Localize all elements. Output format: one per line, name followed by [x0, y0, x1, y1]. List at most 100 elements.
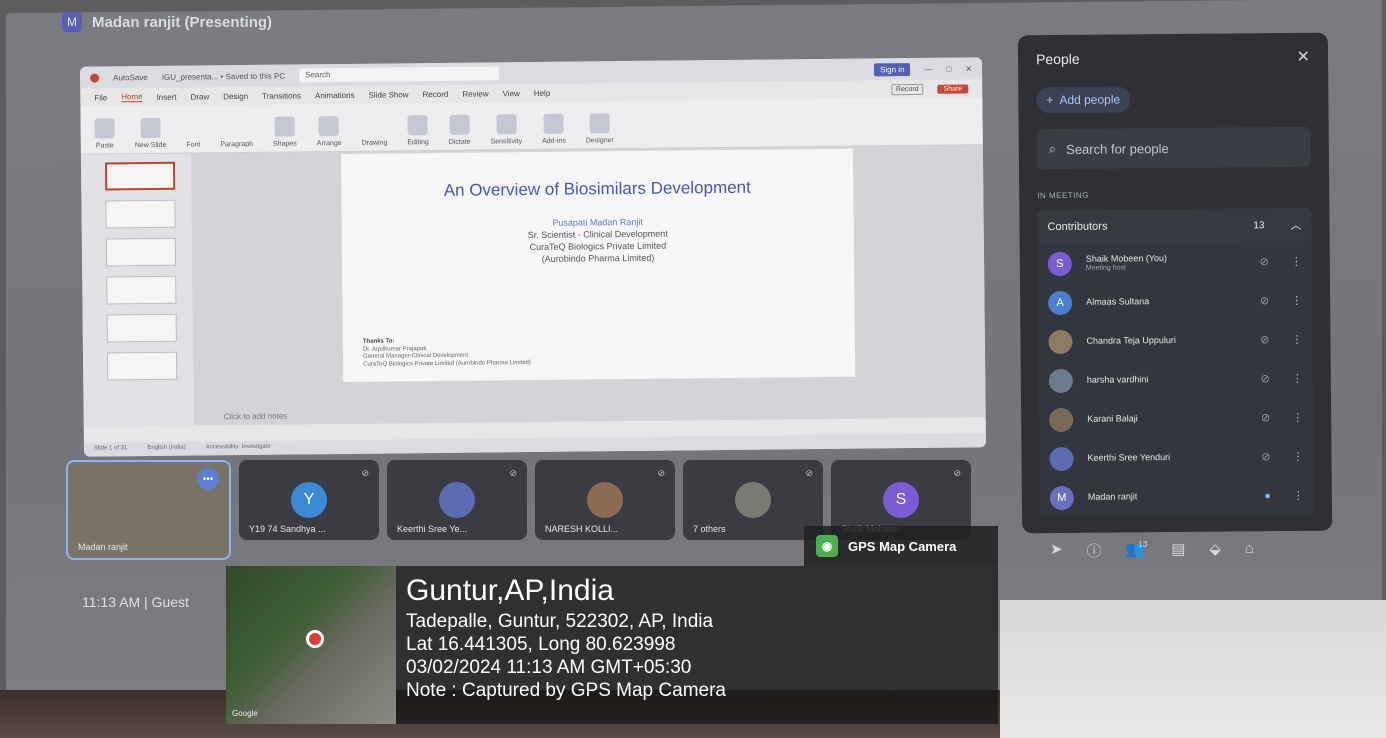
- new-slide-icon: [140, 117, 161, 139]
- avatar: S: [1047, 251, 1072, 276]
- ribbon-new-slide[interactable]: New Slide: [135, 117, 166, 149]
- sensitivity-icon: [496, 114, 517, 135]
- share-button[interactable]: Share: [937, 83, 969, 94]
- kebab-menu-icon[interactable]: ⋮: [1291, 255, 1302, 268]
- kebab-menu-icon[interactable]: ⋮: [1291, 333, 1302, 346]
- kebab-menu-icon[interactable]: ⋮: [1292, 411, 1303, 424]
- add-people-button[interactable]: + Add people: [1036, 86, 1131, 114]
- participant-row[interactable]: Keerthi Sree Yenduri ⊘ ⋮: [1039, 436, 1314, 479]
- slide-thumbnail-3[interactable]: [105, 237, 177, 267]
- people-list: S Shaik Mobeen (You) Meeting host ⊘ ⋮ A Almaas…: [1037, 241, 1315, 518]
- participant-tile[interactable]: ⊘ NARESH KOLLI...: [535, 460, 675, 540]
- close-icon[interactable]: ✕: [1297, 47, 1311, 67]
- mic-off-icon[interactable]: ⊘: [1261, 450, 1270, 463]
- notes-placeholder[interactable]: Click to add notes: [224, 412, 288, 422]
- participant-tile[interactable]: ⊘ 7 others: [683, 460, 823, 540]
- ribbon-paste[interactable]: Paste: [94, 118, 115, 150]
- kebab-menu-icon[interactable]: ⋮: [1293, 489, 1304, 502]
- people-header: People ✕: [1036, 47, 1310, 69]
- participant-row[interactable]: harsha vardhini ⊘ ⋮: [1038, 358, 1314, 401]
- participant-row[interactable]: Chandra Teja Uppuluri ⊘ ⋮: [1038, 319, 1313, 362]
- ribbon-designer[interactable]: Designer: [586, 113, 614, 144]
- slide-thumbnail-1[interactable]: [104, 161, 176, 191]
- menu-help[interactable]: Help: [534, 88, 551, 97]
- participant-row[interactable]: A Almaas Sultana ⊘ ⋮: [1037, 280, 1313, 323]
- sign-in-button[interactable]: Sign in: [873, 62, 911, 76]
- gps-camera-icon: ◉: [816, 535, 838, 557]
- menu-draw[interactable]: Draw: [191, 92, 210, 101]
- ribbon-drawing[interactable]: Drawing: [362, 140, 388, 147]
- kebab-menu-icon[interactable]: ⋮: [1291, 294, 1302, 307]
- kebab-menu-icon[interactable]: ⋮: [1292, 450, 1303, 463]
- more-options-icon[interactable]: •••: [197, 468, 219, 490]
- ribbon-editing[interactable]: Editing: [407, 115, 429, 146]
- cursor-icon: ➤: [1050, 541, 1063, 558]
- tile-label: Madan ranjit: [78, 542, 128, 552]
- participant-tile[interactable]: ••• Madan ranjit: [66, 460, 231, 560]
- ppt-search-box[interactable]: Search: [299, 66, 500, 83]
- menu-design[interactable]: Design: [223, 91, 248, 100]
- ribbon-dictate[interactable]: Dictate: [448, 114, 471, 146]
- menu-insert[interactable]: Insert: [156, 92, 176, 101]
- ribbon-shapes[interactable]: Shapes: [273, 116, 297, 148]
- minimize-icon[interactable]: —: [924, 64, 932, 73]
- ribbon-sensitivity[interactable]: Sensitivity: [490, 114, 522, 145]
- contributors-header[interactable]: Contributors 13 ︿: [1037, 207, 1312, 245]
- menu-file[interactable]: File: [94, 93, 107, 102]
- participant-row[interactable]: M Madan ranjit ● ⋮: [1039, 475, 1315, 518]
- participant-tile[interactable]: ⊘ Keerthi Sree Ye...: [387, 460, 527, 540]
- menu-home[interactable]: Home: [121, 92, 143, 103]
- chevron-up-icon[interactable]: ︿: [1290, 217, 1301, 233]
- slide-thumbnail-2[interactable]: [105, 199, 176, 229]
- mic-off-icon[interactable]: ⊘: [1260, 294, 1269, 307]
- avatar: [1049, 407, 1074, 432]
- record-button[interactable]: Record: [890, 83, 924, 95]
- kebab-menu-icon[interactable]: ⋮: [1292, 372, 1303, 385]
- menu-view[interactable]: View: [503, 89, 520, 98]
- accessibility-status[interactable]: Accessibility: Investigate: [206, 444, 271, 453]
- avatar: [587, 482, 623, 518]
- mic-off-icon[interactable]: ⊘: [1261, 411, 1270, 424]
- slide-thumbnail-5[interactable]: [106, 313, 177, 343]
- participant-row[interactable]: Karani Balaji ⊘ ⋮: [1039, 397, 1314, 440]
- menu-slide-show[interactable]: Slide Show: [368, 90, 408, 99]
- current-slide[interactable]: An Overview of Biosimilars Development P…: [340, 148, 856, 382]
- slide-thumbnails: [80, 153, 194, 427]
- ribbon-add-ins[interactable]: Add-ins: [542, 113, 566, 145]
- participant-name: Karani Balaji: [1087, 413, 1138, 424]
- slide-thumbnail-6[interactable]: [106, 351, 178, 381]
- mic-off-icon[interactable]: ⊘: [1261, 372, 1270, 385]
- avatar: Y: [291, 482, 327, 518]
- tile-label: 7 others: [693, 524, 726, 534]
- gps-note: Note : Captured by GPS Map Camera: [406, 680, 726, 701]
- menu-review[interactable]: Review: [462, 89, 488, 98]
- ribbon-font[interactable]: Font: [186, 141, 200, 148]
- menu-animations[interactable]: Animations: [315, 90, 355, 99]
- mic-off-icon[interactable]: ⊘: [1260, 255, 1269, 268]
- chat-icon[interactable]: ▤: [1171, 540, 1185, 561]
- slide-thumbnail-4[interactable]: [106, 275, 177, 305]
- search-people-input[interactable]: ⌕ Search for people: [1036, 126, 1311, 170]
- info-icon[interactable]: ⓘ: [1087, 540, 1102, 561]
- participant-tile[interactable]: Y ⊘ Y19 74 Sandhya ...: [239, 460, 379, 540]
- language: English (India): [147, 444, 186, 452]
- participant-name: harsha vardhini: [1086, 374, 1149, 385]
- participant-row[interactable]: S Shaik Mobeen (You) Meeting host ⊘ ⋮: [1037, 241, 1312, 284]
- menu-record[interactable]: Record: [423, 89, 449, 98]
- meeting-toolbar-right: ➤ ⓘ 👥 13 ▤ ⬙ ⌂: [1050, 540, 1254, 561]
- menu-transitions[interactable]: Transitions: [262, 91, 301, 100]
- lock-icon[interactable]: ⌂: [1245, 540, 1254, 561]
- close-icon[interactable]: ✕: [965, 64, 972, 73]
- maximize-icon[interactable]: □: [946, 64, 951, 73]
- activities-icon[interactable]: ⬙: [1209, 540, 1221, 561]
- contributors-count: 13: [1253, 219, 1265, 231]
- participant-name: Almaas Sultana: [1086, 296, 1150, 307]
- mic-off-icon[interactable]: ⊘: [1260, 333, 1269, 346]
- ribbon-arrange[interactable]: Arrange: [316, 116, 342, 147]
- in-meeting-label: IN MEETING: [1037, 190, 1089, 201]
- more-options-icon[interactable]: ●: [1264, 490, 1271, 502]
- ribbon-paragraph[interactable]: Paragraph: [220, 141, 253, 148]
- autosave-toggle[interactable]: AutoSave: [113, 73, 148, 82]
- people-title: People: [1035, 50, 1080, 68]
- gps-coordinates: Lat 16.441305, Long 80.623998: [406, 634, 676, 655]
